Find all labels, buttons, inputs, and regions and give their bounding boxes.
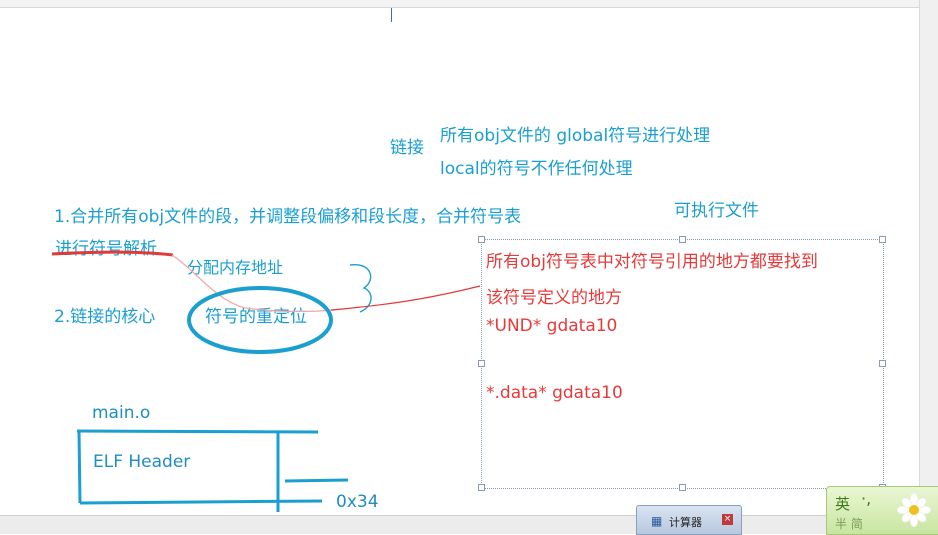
elf-header-label: ELF Header (93, 452, 191, 472)
offset-label: 0x34 (336, 492, 379, 512)
reloc-label: 符号的重定位 (205, 307, 307, 327)
main-o-label: main.o (92, 403, 151, 423)
executable-label: 可执行文件 (674, 201, 759, 221)
calculator-label: 计算器 (669, 516, 702, 529)
horizontal-scrollbar[interactable] (0, 515, 938, 534)
elf-box-bottom (79, 499, 323, 505)
red-note-line2: 该符号定义的地方 (486, 288, 622, 308)
elf-box-tick (284, 478, 349, 483)
elf-box-top (76, 429, 319, 434)
alloc-label: 分配内存地址 (187, 258, 284, 277)
step1-cont-text: 进行符号解析 (55, 239, 157, 259)
ime-mode-label: 英 (835, 495, 851, 513)
ime-widget[interactable]: 英 ·, 半 简 (826, 486, 938, 535)
selected-textbox[interactable] (481, 239, 884, 489)
daisy-icon (897, 493, 931, 527)
vertical-scrollbar[interactable] (919, 0, 938, 515)
data-symbol-line: *.data* gdata10 (486, 383, 623, 403)
resize-handle[interactable] (879, 360, 886, 367)
ribbon-tab-bar (0, 0, 938, 8)
resize-handle[interactable] (478, 236, 485, 243)
und-symbol-line: *UND* gdata10 (486, 316, 618, 336)
elf-box-left (77, 430, 82, 504)
global-line: 所有obj文件的 global符号进行处理 (440, 126, 711, 146)
calculator-taskbar-button[interactable]: ▦ 计算器 × (636, 505, 742, 535)
resize-handle[interactable] (679, 236, 686, 243)
link-label: 链接 (390, 138, 424, 158)
ime-punct-label: ·, (861, 489, 872, 508)
resize-handle[interactable] (478, 360, 485, 367)
red-note-line1: 所有obj符号表中对符号引用的地方都要找到 (486, 252, 818, 272)
bracket-stroke (349, 264, 372, 313)
ribbon-tab[interactable] (12, 0, 15, 5)
ime-sub-label: 半 简 (835, 517, 863, 531)
arrow-line (330, 285, 481, 311)
close-icon[interactable]: × (722, 514, 733, 525)
calculator-icon: ▦ (651, 514, 663, 528)
local-line: local的符号不作任何处理 (440, 159, 633, 179)
step1-text: 1.合并所有obj文件的段，并调整段偏移和段长度，合并符号表 (54, 207, 522, 227)
resize-handle[interactable] (679, 484, 686, 491)
text-cursor (391, 8, 392, 22)
step2-text: 2.链接的核心 (54, 307, 156, 327)
resize-handle[interactable] (478, 484, 485, 491)
resize-handle[interactable] (879, 236, 886, 243)
